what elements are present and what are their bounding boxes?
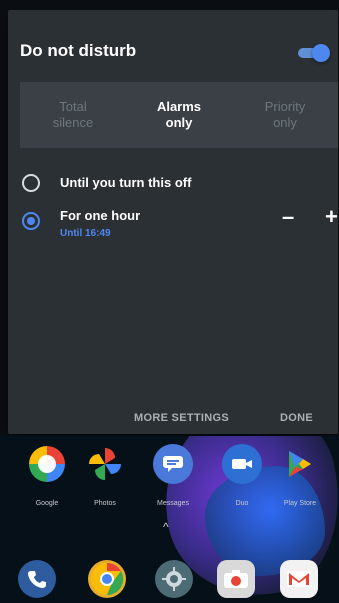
- option-until-off[interactable]: Until you turn this off: [22, 172, 332, 194]
- app-photos[interactable]: Photos: [70, 444, 140, 529]
- settings-gear-icon[interactable]: [155, 560, 193, 598]
- dnd-mode-segment: Total silence Alarms only Priority only: [20, 82, 338, 148]
- decrease-button[interactable]: –: [282, 204, 294, 230]
- mode-total-silence-label: Total silence: [52, 99, 94, 130]
- option-until-off-label: Until you turn this off: [60, 175, 192, 190]
- messages-icon: [153, 444, 193, 484]
- app-messages[interactable]: Messages: [138, 444, 208, 529]
- mode-alarms-only[interactable]: Alarms only: [126, 82, 232, 148]
- camera-icon[interactable]: [217, 560, 255, 598]
- mode-priority-only[interactable]: Priority only: [232, 82, 338, 148]
- app-play-store[interactable]: Play Store: [265, 444, 335, 529]
- photos-icon: [85, 444, 125, 484]
- dnd-toggle[interactable]: [296, 42, 330, 62]
- dnd-header: Do not disturb: [20, 40, 330, 64]
- radio-one-hour[interactable]: [22, 212, 40, 230]
- mode-priority-only-label: Priority only: [264, 99, 306, 130]
- toggle-thumb: [312, 44, 330, 62]
- gmail-icon[interactable]: [280, 560, 318, 598]
- google-icon: [27, 444, 67, 484]
- increase-button[interactable]: +: [325, 204, 338, 230]
- chrome-icon[interactable]: [88, 560, 126, 598]
- done-button[interactable]: DONE: [280, 412, 313, 424]
- app-play-store-label: Play Store: [283, 500, 317, 507]
- option-one-hour-sub: Until 16:49: [60, 228, 111, 239]
- app-photos-label: Photos: [94, 500, 116, 507]
- play-store-icon: [280, 444, 320, 484]
- more-settings-button[interactable]: MORE SETTINGS: [134, 412, 229, 424]
- home-screen: Google Photos Messages Duo Play Store ^: [0, 436, 339, 603]
- option-one-hour[interactable]: For one hour Until 16:49 – +: [22, 204, 338, 246]
- mode-total-silence[interactable]: Total silence: [20, 82, 126, 148]
- dnd-title: Do not disturb: [20, 41, 137, 60]
- radio-until-off[interactable]: [22, 174, 40, 192]
- option-one-hour-label: For one hour: [60, 208, 141, 223]
- mode-alarms-only-label: Alarms only: [156, 99, 202, 130]
- dnd-panel: Do not disturb Total silence Alarms only…: [8, 10, 338, 434]
- app-drawer-caret-icon[interactable]: ^: [163, 520, 169, 534]
- duo-icon: [222, 444, 262, 484]
- app-messages-label: Messages: [157, 500, 189, 507]
- phone-icon[interactable]: [18, 560, 56, 598]
